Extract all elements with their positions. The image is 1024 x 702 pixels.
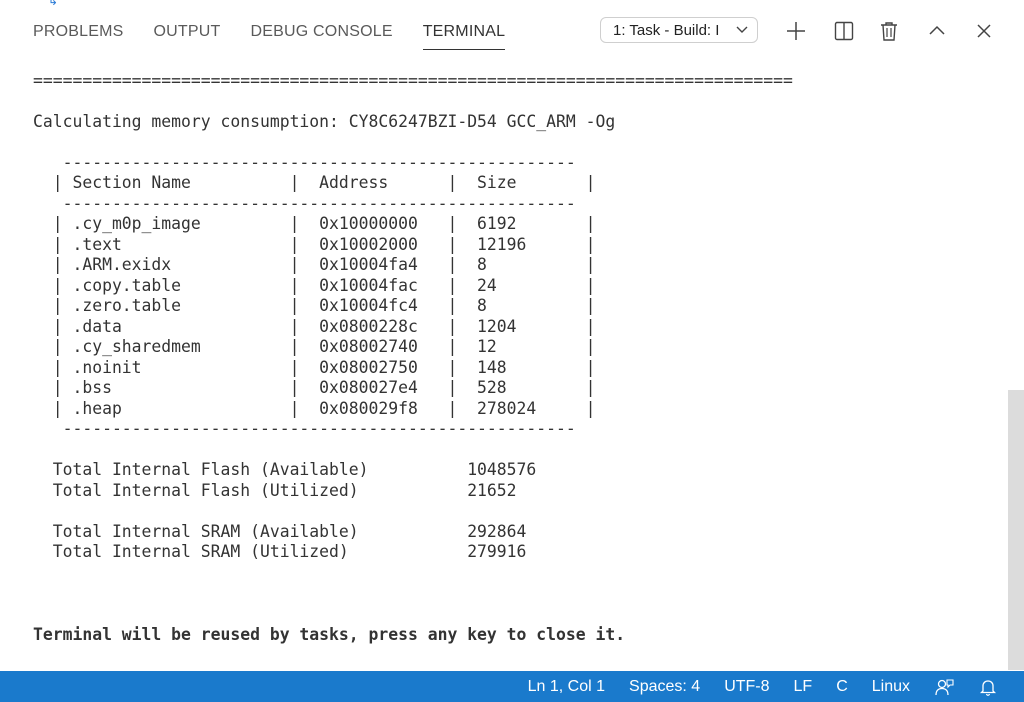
table-row: | .heap | 0x080029f8 | 278024 | [33,399,596,418]
table-border-mid: ----------------------------------------… [33,194,576,213]
terminal-reuse-message: Terminal will be reused by tasks, press … [33,625,626,644]
plus-icon[interactable] [785,20,807,42]
table-border-top: ----------------------------------------… [33,153,576,172]
encoding[interactable]: UTF-8 [724,678,769,696]
close-icon[interactable] [973,20,995,42]
table-row: | .zero.table | 0x10004fc4 | 8 | [33,296,596,315]
memory-heading: Calculating memory consumption: CY8C6247… [33,112,616,131]
table-row: | .text | 0x10002000 | 12196 | [33,235,596,254]
feedback-icon[interactable] [934,676,956,698]
terminal-output[interactable]: ========================================… [0,56,1008,670]
split-terminal-icon[interactable] [833,20,855,42]
tab-terminal[interactable]: TERMINAL [422,8,506,56]
cursor-position[interactable]: Ln 1, Col 1 [528,678,605,696]
total-flash-utilized: Total Internal Flash (Utilized) 21652 [33,481,517,500]
table-row: | .ARM.exidx | 0x10004fa4 | 8 | [33,255,596,274]
chevron-down-icon [735,22,749,40]
table-row: | .cy_m0p_image | 0x10000000 | 6192 | [33,214,596,233]
table-header: | Section Name | Address | Size | [33,173,596,192]
partial-icon: ↳ [48,0,59,8]
platform[interactable]: Linux [872,678,910,696]
terminal-selector[interactable]: 1: Task - Build: I [600,17,758,43]
table-row: | .noinit | 0x08002750 | 148 | [33,358,596,377]
panel-tabs: PROBLEMS OUTPUT DEBUG CONSOLE TERMINAL [33,8,535,56]
status-bar: Ln 1, Col 1 Spaces: 4 UTF-8 LF C Linux [0,671,1024,702]
indentation[interactable]: Spaces: 4 [629,678,700,696]
language-mode[interactable]: C [836,678,848,696]
panel-header: PROBLEMS OUTPUT DEBUG CONSOLE TERMINAL 1… [0,8,1024,56]
table-border-bottom: ----------------------------------------… [33,419,576,438]
trash-icon[interactable] [878,20,900,42]
table-row: | .data | 0x0800228c | 1204 | [33,317,596,336]
terminal-selector-value: 1: Task - Build: I [613,21,720,39]
total-sram-utilized: Total Internal SRAM (Utilized) 279916 [33,542,527,561]
table-row: | .cy_sharedmem | 0x08002740 | 12 | [33,337,596,356]
total-flash-available: Total Internal Flash (Available) 1048576 [33,460,537,479]
total-sram-available: Total Internal SRAM (Available) 292864 [33,522,527,541]
chevron-up-icon[interactable] [926,20,948,42]
tab-output[interactable]: OUTPUT [154,8,221,56]
end-of-line[interactable]: LF [794,678,813,696]
table-row: | .bss | 0x080027e4 | 528 | [33,378,596,397]
tab-debug-console[interactable]: DEBUG CONSOLE [251,8,393,56]
tab-problems[interactable]: PROBLEMS [33,8,124,56]
bell-icon[interactable] [978,676,1000,698]
terminal-scrollbar[interactable] [1008,390,1024,670]
separator-line: ========================================… [33,71,793,90]
table-row: | .copy.table | 0x10004fac | 24 | [33,276,596,295]
top-strip: ↳ [0,0,1024,8]
